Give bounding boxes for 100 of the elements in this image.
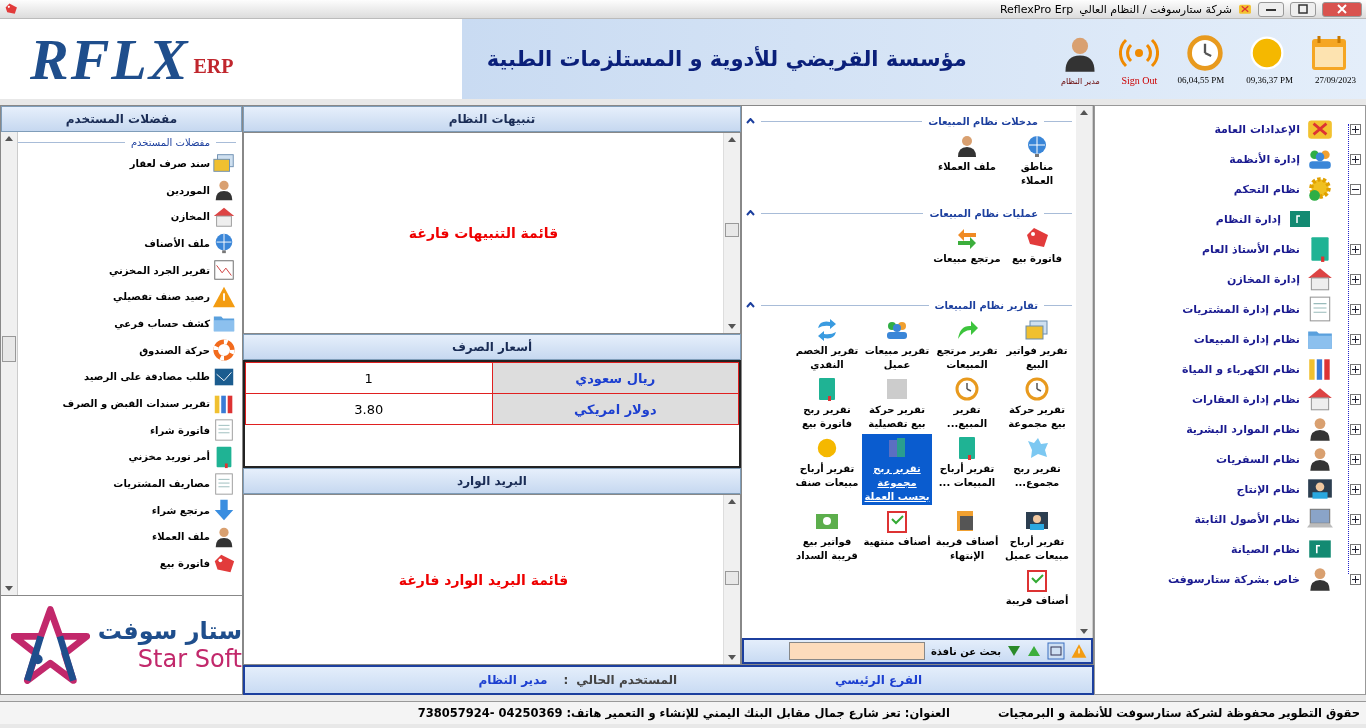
report-item[interactable]: أصناف قريبة الإنتهاء	[932, 507, 1002, 564]
report-item[interactable]: تقرير مرتجع المبيعات	[932, 316, 1002, 373]
favorite-item[interactable]: رصيد صنف تفصيلي	[113, 283, 236, 311]
report-item[interactable]: تقرير أرباح مبيعات عميل	[1002, 507, 1072, 564]
expand-toggle[interactable]	[1350, 363, 1361, 375]
sign-out-link[interactable]: Sign Out	[1121, 74, 1158, 86]
favorite-item[interactable]: ملف الأصناف	[144, 230, 236, 257]
report-item[interactable]: تقرير أرباح مبيعات صنف	[792, 434, 862, 491]
report-item[interactable]: فواتير بيع قريبة السداد	[792, 507, 862, 564]
report-item[interactable]: تقرير ربح مجموع...	[1002, 434, 1072, 491]
scrollbar[interactable]	[1076, 106, 1093, 638]
report-item[interactable]: تقرير ربح مجموعة بحسب العملة	[862, 434, 932, 505]
coin-icon	[814, 435, 840, 461]
tree-item[interactable]: نظام التحكم	[1233, 182, 1300, 196]
tree-item[interactable]: نظام إدارة المبيعات	[1193, 332, 1300, 346]
expand-toggle[interactable]	[1350, 243, 1361, 255]
clipboard-icon	[1024, 567, 1050, 593]
expand-toggle[interactable]	[1350, 303, 1361, 315]
report-item[interactable]: تقرير مبيعات عميل	[862, 316, 932, 373]
tree-item[interactable]: نظام الصيانة	[1230, 542, 1300, 556]
report-item[interactable]: أصناف قريبة	[1002, 566, 1072, 609]
scrollbar[interactable]	[723, 495, 740, 664]
tree-item[interactable]: نظام الموارد البشرية	[1186, 422, 1300, 436]
report-item[interactable]: تقرير الخصم النقدي	[792, 316, 862, 373]
window-subtitle: شركة ستارسوفت / النظام العالي	[1079, 2, 1232, 16]
brand-name: Star Soft	[137, 645, 242, 673]
window-icon[interactable]	[1047, 642, 1065, 660]
collapse-icon[interactable]	[746, 210, 755, 216]
favorite-item[interactable]: طلب مصادقة على الرصيد	[83, 363, 236, 391]
copyright-text: حقوق التطوير محفوظة لشركة ستارسوفت للأنظمة و البرمجيات	[997, 706, 1360, 720]
favorite-item[interactable]: المخازن	[170, 203, 236, 231]
minimize-button[interactable]	[1258, 1, 1284, 17]
favorite-item[interactable]: الموردين	[166, 176, 236, 204]
company-name: مؤسسة القريضي للأدوية و المستلزمات الطبية	[485, 47, 968, 71]
tree-item[interactable]: نظام إدارة العقارات	[1191, 392, 1300, 406]
report-item[interactable]: تقرير حركة بيع مجموعة	[1002, 375, 1072, 432]
report-item[interactable]: ملف العملاء	[932, 132, 1002, 175]
expand-toggle[interactable]	[1350, 423, 1361, 435]
favorite-item[interactable]: مرتجع شراء	[151, 496, 236, 524]
report-item[interactable]: أصناف منتهية	[862, 507, 932, 550]
favorite-item[interactable]: فاتورة بيع	[159, 550, 236, 577]
tree-item[interactable]: إدارة الأنظمة	[1229, 152, 1300, 166]
report-item[interactable]: مرتجع مبيعات	[932, 224, 1002, 267]
report-item[interactable]: تقرير ربح فاتورة بيع	[792, 375, 862, 432]
gear-icon	[1306, 175, 1334, 203]
tree-item[interactable]: إدارة النظام	[1215, 212, 1281, 226]
panel-header: مفضلات المستخدم	[1, 106, 242, 132]
expand-toggle[interactable]	[1350, 393, 1361, 405]
favorite-item[interactable]: أمر توريد مخزني	[128, 443, 236, 471]
tree-item[interactable]: نظام الأصول الثابتة	[1194, 512, 1300, 526]
expand-toggle[interactable]	[1350, 513, 1361, 525]
collapse-icon[interactable]	[746, 118, 755, 124]
panel-header: أسعار الصرف	[243, 334, 741, 360]
close-icon	[1337, 4, 1347, 14]
expand-toggle[interactable]	[1350, 453, 1361, 465]
group-title: مفضلات المستخدم	[130, 136, 210, 148]
favorite-item[interactable]: كشف حساب فرعي	[114, 310, 236, 337]
close-button[interactable]	[1322, 1, 1362, 17]
tree-item[interactable]: نظام الكهرباء و المياة	[1181, 362, 1300, 376]
tree-item[interactable]: نظام الأستاذ العام	[1201, 242, 1300, 256]
tree-item[interactable]: خاص بشركة ستارسوفت	[1167, 572, 1300, 586]
tree-item[interactable]: إدارة المخازن	[1227, 272, 1300, 286]
expand-toggle[interactable]	[1350, 153, 1361, 165]
restore-button[interactable]	[1290, 1, 1316, 17]
favorite-item[interactable]: تقرير سندات القبض و الصرف	[62, 390, 236, 417]
down-icon[interactable]	[1007, 645, 1021, 657]
favorite-item[interactable]: فاتورة شراء	[149, 416, 236, 444]
favorite-item[interactable]: مصاريف المشتريات	[113, 470, 236, 497]
tree-item[interactable]: الإعدادات العامة	[1214, 122, 1300, 136]
currency-cell: ريال سعودي	[492, 362, 739, 394]
favorite-item[interactable]: تقرير الجرد المخزني	[108, 256, 236, 284]
scrollbar[interactable]	[1, 132, 18, 595]
expand-toggle[interactable]	[1350, 573, 1361, 585]
report-item[interactable]: تقرير المبيع...	[932, 375, 1002, 432]
favorite-item[interactable]: سند صرف لعقار	[129, 150, 236, 177]
report-item[interactable]: مناطق العملاء	[1002, 132, 1072, 189]
expand-toggle[interactable]	[1350, 483, 1361, 495]
tree-item[interactable]: نظام السفريات	[1215, 452, 1300, 466]
logo-suffix: ERP	[193, 54, 234, 78]
expand-toggle[interactable]	[1350, 333, 1361, 345]
expand-toggle[interactable]	[1350, 273, 1361, 285]
report-item[interactable]: فاتورة بيع	[1002, 224, 1072, 267]
tree-item[interactable]: نظام الإنتاج	[1236, 482, 1300, 496]
picture-icon	[884, 376, 910, 402]
favorite-item[interactable]: حركة الصندوق	[139, 336, 236, 364]
section-title: تقارير نظام المبيعات	[934, 299, 1038, 311]
search-field[interactable]	[788, 642, 925, 660]
label-separator: :	[563, 673, 569, 687]
collapse-toggle[interactable]	[1350, 183, 1361, 195]
scrollbar[interactable]	[723, 133, 740, 333]
tree-item[interactable]: نظام إدارة المشتريات	[1182, 302, 1300, 316]
collapse-icon[interactable]	[746, 302, 755, 308]
expand-toggle[interactable]	[1350, 543, 1361, 555]
panel-header: البريد الوارد	[243, 468, 741, 494]
brand-name: ستار سوفت	[97, 617, 242, 645]
report-item[interactable]: تقرير أرباح المبيعات ...	[932, 434, 1002, 491]
favorite-item[interactable]: ملف العملاء	[152, 523, 236, 551]
expand-toggle[interactable]	[1350, 123, 1361, 135]
report-item[interactable]: تقرير فواتير البيع	[1002, 316, 1072, 373]
report-item[interactable]: تقرير حركة بيع تفصيلية	[862, 375, 932, 432]
